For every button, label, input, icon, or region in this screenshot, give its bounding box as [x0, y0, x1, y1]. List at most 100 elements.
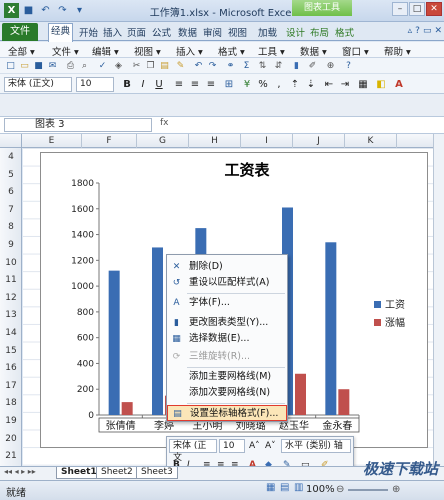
maximize-button[interactable]: □ [409, 2, 425, 16]
fill-color-icon[interactable]: ◧ [374, 77, 388, 91]
row-header[interactable]: 7 [0, 205, 22, 215]
hyperlink-icon[interactable]: ⚭ [224, 59, 237, 72]
italic-button[interactable]: I [136, 77, 150, 91]
bold-button[interactable]: B [120, 77, 134, 91]
menu-format[interactable]: 格式 ▾ [218, 44, 245, 58]
tab-format[interactable]: 格式 [333, 25, 356, 39]
window-restore-icon[interactable]: ▭ [423, 26, 432, 36]
row-header[interactable]: 4 [0, 152, 22, 162]
tab-review[interactable]: 审阅 [201, 25, 224, 39]
align-center-icon[interactable]: ≡ [188, 77, 202, 91]
format-painter-icon[interactable]: ✎ [174, 59, 187, 72]
column-header[interactable]: I [241, 134, 293, 148]
grow-font-button[interactable]: A˄ [249, 440, 260, 454]
tab-page[interactable]: 页面 [125, 25, 148, 39]
page-break-icon[interactable]: ▥ [294, 482, 303, 493]
row-header[interactable]: 8 [0, 222, 22, 232]
drawing-icon[interactable]: ✐ [306, 59, 319, 72]
context-menu-item[interactable]: ✕ 删除(D) [167, 259, 287, 275]
menu-view[interactable]: 视图 ▾ [134, 44, 161, 58]
copy-icon[interactable]: ❐ [144, 59, 157, 72]
tab-addins[interactable]: 加载 [256, 25, 279, 39]
align-left-icon[interactable]: ≡ [172, 77, 186, 91]
help-icon[interactable]: ? [342, 59, 355, 72]
column-header[interactable]: E [22, 134, 82, 148]
paste-icon[interactable]: ▤ [158, 59, 171, 72]
tab-file[interactable]: 文件 [2, 23, 38, 41]
save-icon[interactable]: ■ [32, 59, 45, 72]
zoom-slider[interactable] [348, 489, 388, 491]
chart-element-select[interactable]: 水平 (类别) 轴 [281, 439, 351, 453]
column-header[interactable]: H [189, 134, 241, 148]
menu-tools[interactable]: 工具 ▾ [258, 44, 285, 58]
column-header[interactable]: G [137, 134, 189, 148]
row-header[interactable]: 21 [0, 451, 22, 461]
menu-all[interactable]: 全部 ▾ [8, 44, 35, 58]
redo-icon[interactable]: ↷ [206, 59, 219, 72]
chart-title[interactable]: 工资表 [224, 161, 270, 179]
menu-data[interactable]: 数据 ▾ [300, 44, 327, 58]
row-header[interactable]: 9 [0, 240, 22, 250]
row-header[interactable]: 11 [0, 275, 22, 285]
mail-icon[interactable]: ✉ [46, 59, 59, 72]
sheet-tab[interactable]: Sheet2 [96, 467, 138, 479]
menu-edit[interactable]: 编辑 ▾ [92, 44, 119, 58]
decrease-indent-icon[interactable]: ⇤ [322, 77, 336, 91]
window-close-icon[interactable]: ✕ [434, 26, 442, 36]
font-color-icon[interactable]: A [392, 77, 406, 91]
context-menu-item[interactable]: ▦ 选择数据(E)... [167, 331, 287, 347]
zoom-icon[interactable]: ⊕ [324, 59, 337, 72]
page-layout-icon[interactable]: ▤ [280, 482, 289, 493]
increase-decimal-icon[interactable]: ⇡ [288, 77, 302, 91]
zoom-out-icon[interactable]: ⊖ [336, 484, 344, 495]
fx-icon[interactable]: fx [160, 118, 169, 128]
menu-window[interactable]: 窗口 ▾ [342, 44, 369, 58]
sheet-tab[interactable]: Sheet1 [56, 467, 102, 479]
context-menu-item[interactable]: ↺ 重设以匹配样式(A) [167, 275, 287, 291]
row-header[interactable]: 19 [0, 416, 22, 426]
vertical-scrollbar[interactable] [433, 134, 444, 466]
research-icon[interactable]: ◈ [112, 59, 125, 72]
row-header[interactable]: 13 [0, 310, 22, 320]
print-icon[interactable]: ⎙ [64, 59, 77, 72]
context-menu-item[interactable]: 添加次要网格线(N) [167, 385, 287, 401]
zoom-level[interactable]: 100% [306, 484, 335, 495]
row-header[interactable]: 20 [0, 434, 22, 444]
context-menu-item[interactable]: A 字体(F)... [167, 295, 287, 311]
cut-icon[interactable]: ✂ [130, 59, 143, 72]
column-header[interactable]: K [345, 134, 397, 148]
autosum-icon[interactable]: Σ [240, 59, 253, 72]
tab-insert[interactable]: 插入 [101, 25, 124, 39]
zoom-in-icon[interactable]: ⊕ [392, 484, 400, 495]
font-size-select[interactable]: 10 [76, 77, 114, 92]
close-button[interactable]: ✕ [426, 2, 442, 16]
spelling-icon[interactable]: ✓ [96, 59, 109, 72]
context-menu-item[interactable]: ▮ 更改图表类型(Y)... [167, 315, 287, 331]
align-right-icon[interactable]: ≡ [204, 77, 218, 91]
comma-icon[interactable]: , [272, 77, 286, 91]
menu-insert[interactable]: 插入 ▾ [176, 44, 203, 58]
sheet-nav-icons[interactable]: ◂◂ ◂ ▸ ▸▸ [4, 467, 36, 476]
row-header[interactable]: 12 [0, 293, 22, 303]
font-name-select[interactable]: 宋体 (正文) [4, 77, 72, 92]
borders-icon[interactable]: ▦ [356, 77, 370, 91]
column-header[interactable]: F [82, 134, 137, 148]
tab-classic[interactable]: 经典 [48, 23, 74, 42]
column-header[interactable]: J [293, 134, 345, 148]
chart-wizard-icon[interactable]: ▮ [290, 59, 303, 72]
underline-button[interactable]: U [152, 77, 166, 91]
sheet-tab[interactable]: Sheet3 [136, 467, 178, 479]
context-menu-item[interactable]: ▤ 设置坐标轴格式(F)... [167, 405, 287, 421]
row-header[interactable]: 15 [0, 346, 22, 356]
row-header[interactable]: 18 [0, 398, 22, 408]
row-header[interactable]: 16 [0, 363, 22, 373]
minimize-button[interactable]: – [392, 2, 408, 16]
menu-help[interactable]: 帮助 ▾ [384, 44, 411, 58]
mini-font-size[interactable]: 10 [219, 439, 245, 453]
mini-font-name[interactable]: 宋体 (正文 [169, 439, 217, 463]
row-header[interactable]: 17 [0, 381, 22, 391]
context-menu-item[interactable]: 添加主要网格线(M) [167, 369, 287, 385]
undo-icon[interactable]: ↶ [192, 59, 205, 72]
tab-data[interactable]: 数据 [176, 25, 199, 39]
print-preview-icon[interactable]: ⌕ [78, 59, 91, 72]
